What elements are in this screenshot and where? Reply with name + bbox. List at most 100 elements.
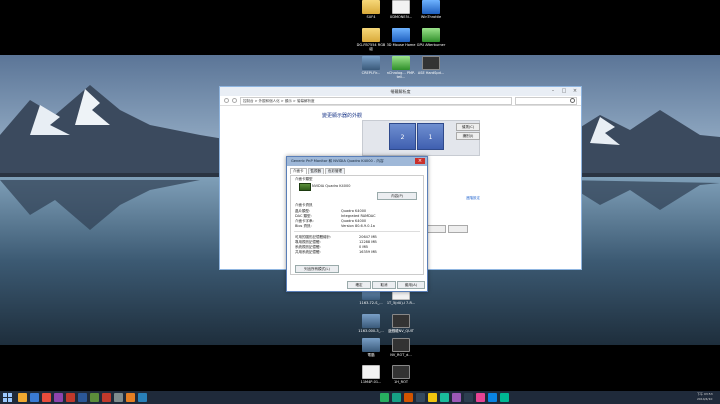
adapter-type-label: 介面卡類型: [295, 177, 313, 181]
ie-icon[interactable]: [30, 393, 39, 402]
display-ok-button[interactable]: [426, 225, 446, 233]
desktop-shortcut[interactable]: GPU Afterburner: [415, 28, 447, 47]
app-icon[interactable]: [428, 393, 437, 402]
identify-button[interactable]: 識別(I): [456, 132, 480, 140]
info-value: Integrated RAMDAC: [341, 214, 376, 218]
tab-adapter[interactable]: 介面卡: [290, 168, 307, 174]
back-icon[interactable]: [224, 98, 229, 103]
info-key: Bios 資訊:: [295, 224, 312, 228]
chrome-icon[interactable]: [42, 393, 51, 402]
app-icon[interactable]: [452, 393, 461, 402]
desktop-shortcut[interactable]: 1H_ROT: [385, 365, 417, 384]
app-icon[interactable]: [126, 393, 135, 402]
desktop-shortcut[interactable]: 3D Mouse Home: [385, 28, 417, 47]
clock-time[interactable]: 下午 03:53: [697, 392, 713, 396]
memory-value: 20647 MB: [359, 235, 377, 239]
forward-icon[interactable]: [232, 98, 237, 103]
clock-date[interactable]: 2014/4/10: [697, 397, 712, 401]
close-icon[interactable]: ×: [571, 88, 579, 94]
desktop-shortcut[interactable]: ASE HardSpd...: [415, 56, 447, 75]
maximize-icon[interactable]: □: [560, 88, 568, 94]
desktop-shortcut[interactable]: nChrolog... PMP-tell...: [385, 56, 417, 79]
app-icon[interactable]: [380, 393, 389, 402]
word-icon[interactable]: [78, 393, 87, 402]
page-title: 變更顯示器的外觀: [322, 113, 363, 119]
info-value: Quadro K4000: [341, 219, 367, 223]
app-icon[interactable]: [114, 393, 123, 402]
app-icon[interactable]: [392, 393, 401, 402]
divider: [294, 231, 420, 232]
app-icon[interactable]: [138, 393, 147, 402]
info-title: 介面卡資訊: [295, 203, 313, 207]
window-title: 螢幕解析度: [390, 89, 411, 94]
desktop-shortcut-label: UDMONE5I...: [389, 15, 413, 19]
memory-value: 16359 MB: [359, 250, 377, 254]
app-icon[interactable]: [476, 393, 485, 402]
search-input[interactable]: [515, 96, 577, 105]
desktop-shortcut[interactable]: 電腦: [355, 338, 387, 357]
gpu-icon: [299, 183, 311, 191]
desktop-shortcut[interactable]: SUF4: [355, 0, 387, 19]
desktop-shortcut[interactable]: CREPI-Fir...: [355, 56, 387, 75]
doc-icon: [392, 0, 410, 14]
dialog-title: Generic PnP Monitor 和 NVIDIA Quadro K400…: [291, 159, 384, 163]
desktop-shortcut[interactable]: 1163-000-3_...: [355, 314, 387, 333]
app-icon: [392, 28, 410, 42]
desktop-shortcut-label: DG-FB7554 RGB組: [356, 43, 386, 51]
list-all-modes-button[interactable]: 列出所有模式(L): [295, 265, 339, 273]
minimize-icon[interactable]: –: [549, 88, 557, 94]
app-icon[interactable]: [54, 393, 63, 402]
ok-button[interactable]: 確定: [347, 281, 371, 289]
cancel-button[interactable]: 取消: [372, 281, 396, 289]
app-icon[interactable]: [416, 393, 425, 402]
tab-color-management[interactable]: 色彩管理: [325, 168, 345, 174]
start-button[interactable]: [3, 393, 12, 402]
detect-button[interactable]: 偵測(C): [456, 123, 480, 131]
search-icon: [570, 98, 575, 103]
dark-icon: [392, 314, 410, 328]
desktop-shortcut[interactable]: 遊戲龍NV_QUIT: [385, 314, 417, 333]
monitor-2-thumbnail[interactable]: 2: [389, 123, 416, 150]
app-icon[interactable]: [404, 393, 413, 402]
app-icon[interactable]: [464, 393, 473, 402]
dialog-tabs: 介面卡 監視器 色彩管理: [287, 166, 427, 174]
app-icon[interactable]: [488, 393, 497, 402]
desktop-shortcut[interactable]: DG-FB7554 RGB組: [355, 28, 387, 51]
desktop-shortcut-label: WinThrottle: [420, 15, 442, 19]
adapter-name: NVIDIA Quadro K4000: [312, 184, 351, 188]
close-icon[interactable]: ×: [415, 158, 425, 164]
desktop-shortcut-label: NV_ROT_d...: [390, 353, 412, 357]
address-bar: 控制台 > 外觀和個人化 > 顯示 > 螢幕解析度: [220, 96, 581, 106]
apply-button[interactable]: 套用(A): [397, 281, 425, 289]
display-cancel-button[interactable]: [448, 225, 468, 233]
app-icon[interactable]: [90, 393, 99, 402]
pic-icon: [362, 314, 380, 328]
memory-value: 0 MB: [359, 245, 368, 249]
advanced-settings-link[interactable]: 進階設定: [466, 196, 480, 201]
folder-icon: [362, 28, 380, 42]
acrobat-icon[interactable]: [102, 393, 111, 402]
desktop-shortcut-label: SUF4: [366, 15, 376, 19]
breadcrumb[interactable]: 控制台 > 外觀和個人化 > 顯示 > 螢幕解析度: [240, 96, 512, 105]
file-explorer-icon[interactable]: [18, 393, 27, 402]
monitor-1-thumbnail[interactable]: 1: [417, 123, 444, 150]
taskbar: 下午 03:53 2014/4/10: [0, 391, 720, 404]
tab-panel: 介面卡類型 NVIDIA Quadro K4000 內容(P) 介面卡資訊 晶片…: [290, 175, 424, 275]
memory-key: 共用系統記憶體:: [295, 250, 321, 254]
app-icon[interactable]: [440, 393, 449, 402]
desktop-shortcut-label: nChrolog... PMP-tell...: [386, 71, 416, 79]
adapter-properties-dialog: Generic PnP Monitor 和 NVIDIA Quadro K400…: [286, 156, 428, 292]
app-icon: [422, 0, 440, 14]
desktop-shortcut[interactable]: NV_ROT_d...: [385, 338, 417, 357]
desktop-shortcut[interactable]: UDMONE5I...: [385, 0, 417, 19]
desktop-shortcut-label: 3D Mouse Home: [386, 43, 416, 47]
properties-button[interactable]: 內容(P): [377, 192, 417, 200]
tab-monitor[interactable]: 監視器: [307, 168, 324, 174]
memory-value: 12288 MB: [359, 240, 377, 244]
dialog-titlebar[interactable]: Generic PnP Monitor 和 NVIDIA Quadro K400…: [287, 157, 427, 166]
desktop-shortcut[interactable]: WinThrottle: [415, 0, 447, 19]
app-icon[interactable]: [66, 393, 75, 402]
desktop-shortcut[interactable]: 11M4P-01...: [355, 365, 387, 384]
app-icon[interactable]: [500, 393, 509, 402]
window-titlebar[interactable]: 螢幕解析度 – □ ×: [220, 87, 581, 96]
